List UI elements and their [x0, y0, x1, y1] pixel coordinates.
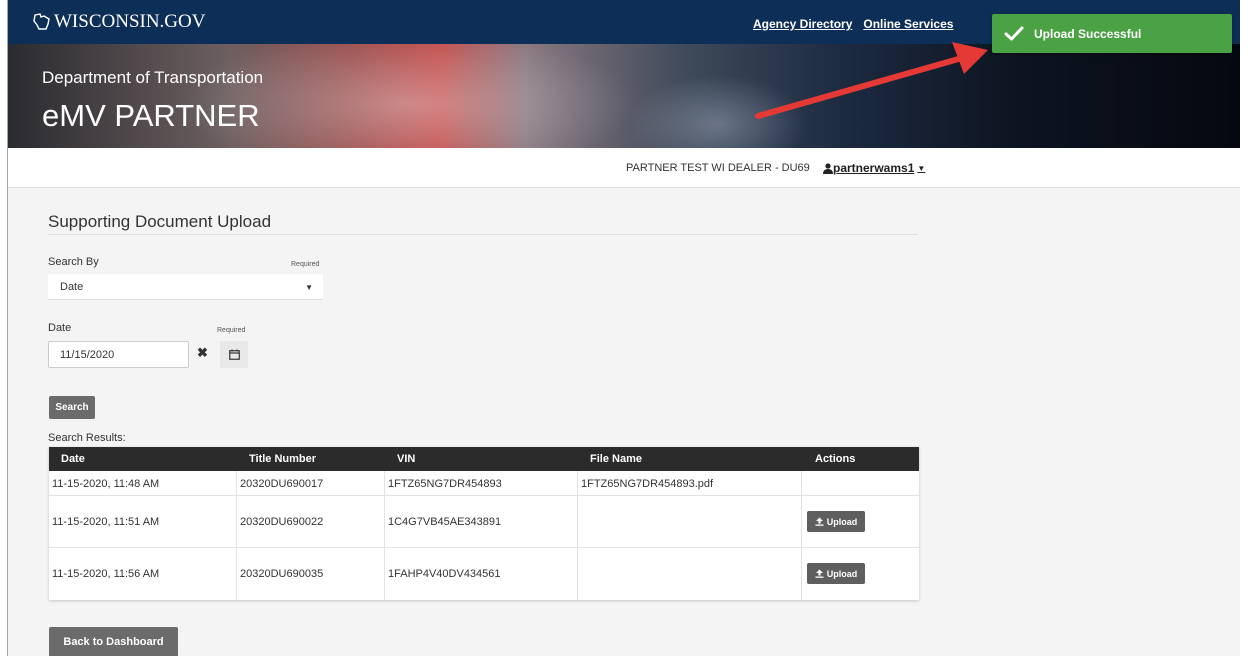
username: partnerwams1 [833, 161, 915, 175]
row-title-number: 20320DU690017 [240, 478, 324, 490]
back-to-dashboard-button[interactable]: Back to Dashboard [49, 627, 178, 656]
agency-directory-link[interactable]: Agency Directory [753, 17, 852, 31]
row-vin: 1C4G7VB45AE343891 [388, 516, 502, 528]
search-button[interactable]: Search [49, 396, 95, 419]
date-label: Date [48, 322, 72, 334]
column-header-title-number[interactable]: Title Number [249, 453, 316, 465]
logo-text: WISCONSIN.GOV [54, 11, 206, 32]
column-header-date[interactable]: Date [61, 453, 85, 465]
search-by-value: Date [60, 281, 84, 293]
window-right-edge [1240, 0, 1248, 656]
column-header-vin[interactable]: VIN [397, 453, 415, 465]
table-header: Date Title Number VIN File Name Actions [49, 447, 919, 471]
app-title: eMV PARTNER [42, 98, 260, 133]
online-services-link[interactable]: Online Services [863, 17, 953, 31]
date-required-label: Required [217, 327, 246, 334]
table-row: 11-15-2020, 11:51 AM 20320DU690022 1C4G7… [49, 496, 919, 548]
upload-icon [815, 569, 824, 578]
wisconsin-state-icon [33, 13, 50, 30]
date-field[interactable]: 11/15/2020 [48, 341, 189, 368]
upload-button[interactable]: Upload [807, 511, 865, 532]
row-title-number: 20320DU690022 [240, 516, 324, 528]
row-date: 11-15-2020, 11:51 AM [52, 516, 160, 528]
chevron-down-icon: ▼ [917, 163, 926, 173]
search-by-select[interactable]: Date ▼ [48, 274, 323, 300]
user-icon [823, 162, 833, 174]
row-file-name[interactable]: 1FTZ65NG7DR454893.pdf [581, 478, 713, 490]
search-results-label: Search Results: [48, 432, 126, 444]
upload-icon [815, 517, 824, 526]
table-row: 11-15-2020, 11:48 AM 20320DU690017 1FTZ6… [49, 471, 919, 496]
column-header-actions: Actions [815, 453, 856, 465]
results-table: Date Title Number VIN File Name Actions … [49, 447, 919, 600]
row-date: 11-15-2020, 11:56 AM [52, 568, 160, 580]
window-left-edge [0, 0, 8, 656]
row-date: 11-15-2020, 11:48 AM [52, 478, 160, 490]
table-row: 11-15-2020, 11:56 AM 20320DU690035 1FAHP… [49, 548, 919, 600]
page-title: Supporting Document Upload [48, 212, 272, 231]
upload-button-label: Upload [826, 568, 858, 579]
search-by-required-label: Required [291, 261, 320, 268]
toast-message: Upload Successful [1034, 26, 1142, 41]
title-divider [48, 234, 918, 235]
upload-button-label: Upload [826, 516, 858, 527]
calendar-icon [228, 349, 240, 360]
chevron-down-icon: ▼ [305, 283, 313, 292]
calendar-button[interactable] [220, 341, 248, 368]
upload-success-toast: Upload Successful [992, 14, 1232, 53]
hero-banner: Department of Transportation eMV PARTNER [8, 44, 1240, 148]
wisconsin-gov-logo[interactable]: WISCONSIN.GOV [32, 11, 205, 33]
search-by-label: Search By [48, 256, 99, 268]
checkmark-icon [1004, 26, 1024, 40]
column-header-file-name[interactable]: File Name [590, 453, 642, 465]
row-title-number: 20320DU690035 [240, 568, 324, 580]
user-menu[interactable]: partnerwams1 ▼ [823, 161, 925, 175]
dealer-name: PARTNER TEST WI DEALER - DU69 [626, 162, 810, 174]
row-vin: 1FTZ65NG7DR454893 [388, 478, 502, 490]
user-bar: PARTNER TEST WI DEALER - DU69 partnerwam… [8, 148, 1240, 188]
red-annotation-arrow [755, 42, 988, 119]
clear-date-icon[interactable]: ✖ [197, 345, 208, 361]
department-title: Department of Transportation [42, 68, 264, 87]
row-vin: 1FAHP4V40DV434561 [388, 568, 501, 580]
upload-button[interactable]: Upload [807, 563, 865, 584]
